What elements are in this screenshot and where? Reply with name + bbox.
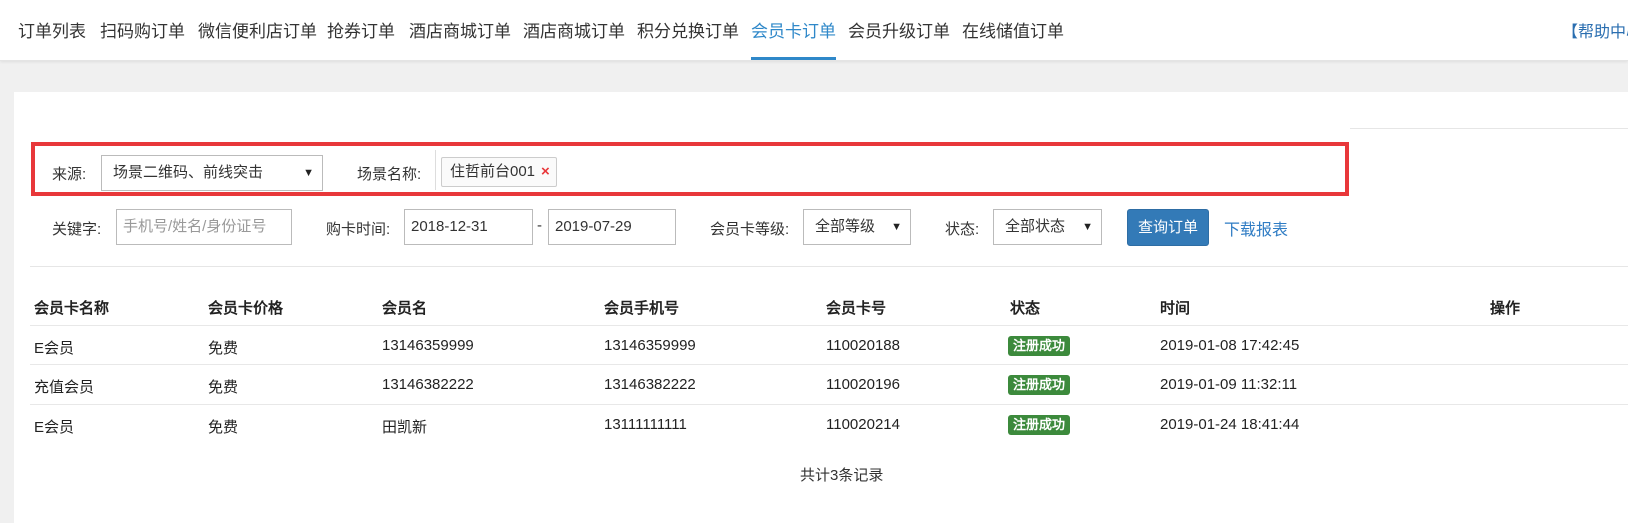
cell-time: 2019-01-24 18:41:44: [1160, 416, 1300, 433]
col-header-card-price: 会员卡价格: [208, 300, 284, 317]
col-header-member-phone: 会员手机号: [604, 300, 680, 317]
date-from-input[interactable]: 2018-12-31: [404, 209, 533, 245]
col-header-time: 时间: [1160, 300, 1191, 317]
query-orders-button[interactable]: 查询订单: [1127, 209, 1209, 246]
cell-member-name: 13146382222: [382, 376, 474, 393]
cell-price: 免费: [208, 419, 239, 436]
status-badge: 注册成功: [1008, 415, 1071, 435]
cell-card-name: E会员: [34, 340, 75, 357]
date-label: 购卡时间:: [326, 221, 391, 238]
scene-field-border: [435, 150, 436, 190]
col-header-status: 状态: [1010, 300, 1041, 317]
source-select[interactable]: 场景二维码、前线突击 ▼: [101, 155, 323, 191]
row-divider: [30, 364, 1628, 365]
status-badge: 注册成功: [1008, 375, 1071, 395]
col-header-actions: 操作: [1490, 300, 1521, 317]
main-panel: 来源: 场景二维码、前线突击 ▼ 场景名称: 住哲前台001 × 关键字: 手机号…: [14, 92, 1628, 523]
download-report-link[interactable]: 下载报表: [1224, 216, 1288, 240]
source-label: 来源:: [52, 166, 87, 183]
cell-card-number: 110020196: [826, 376, 900, 393]
top-nav: 订单列表 扫码购订单 微信便利店订单 抢券订单 酒店商城订单 酒店商城订单 积分…: [0, 0, 1628, 61]
tab-hotel-mall-orders[interactable]: 酒店商城订单: [409, 0, 511, 60]
date-separator: -: [537, 217, 542, 234]
col-header-card-number: 会员卡号: [826, 300, 887, 317]
cell-price: 免费: [208, 379, 239, 396]
cell-price: 免费: [208, 340, 239, 357]
scene-tag-label: 住哲前台001: [450, 163, 536, 180]
remove-tag-icon[interactable]: ×: [541, 163, 550, 180]
divider: [30, 266, 1628, 267]
cell-card-number: 110020188: [826, 337, 900, 354]
tab-member-upgrade-orders[interactable]: 会员升级订单: [848, 0, 950, 60]
chevron-down-icon: ▼: [303, 167, 314, 179]
tab-hotel-mall-orders-2[interactable]: 酒店商城订单: [523, 0, 625, 60]
chevron-down-icon: ▼: [891, 221, 902, 233]
tab-points-exchange-orders[interactable]: 积分兑换订单: [637, 0, 739, 60]
level-select[interactable]: 全部等级 ▼: [803, 209, 911, 245]
cell-member-name: 13146359999: [382, 337, 474, 354]
status-select[interactable]: 全部状态 ▼: [993, 209, 1102, 245]
cell-phone: 13146359999: [604, 337, 696, 354]
cell-card-number: 110020214: [826, 416, 900, 433]
help-center-link[interactable]: 【帮助中心: [1562, 0, 1628, 66]
cell-time: 2019-01-08 17:42:45: [1160, 337, 1300, 354]
status-badge: 注册成功: [1008, 336, 1071, 356]
scene-tag: 住哲前台001 ×: [441, 157, 557, 187]
cell-card-name: E会员: [34, 419, 75, 436]
row-divider: [30, 404, 1628, 405]
date-to-input[interactable]: 2019-07-29: [548, 209, 676, 245]
cell-phone: 13111111111: [604, 416, 687, 433]
scene-label: 场景名称:: [357, 166, 422, 183]
divider: [1350, 128, 1628, 129]
keyword-input[interactable]: 手机号/姓名/身份证号: [116, 209, 292, 245]
total-records: 共计3条记录: [800, 467, 884, 484]
status-select-value: 全部状态: [1005, 218, 1066, 235]
cell-member-name: 田凯新: [382, 419, 428, 436]
tab-wechat-store-orders[interactable]: 微信便利店订单: [198, 0, 317, 60]
cell-time: 2019-01-09 11:32:11: [1160, 376, 1298, 393]
tab-member-card-orders[interactable]: 会员卡订单: [751, 0, 836, 60]
chevron-down-icon: ▼: [1082, 221, 1093, 233]
col-header-member-name: 会员名: [382, 300, 428, 317]
cell-card-name: 充值会员: [34, 379, 95, 396]
keyword-label: 关键字:: [52, 221, 102, 238]
status-label: 状态:: [945, 221, 980, 238]
tab-order-list[interactable]: 订单列表: [18, 0, 86, 60]
col-header-card-name: 会员卡名称: [34, 300, 110, 317]
level-label: 会员卡等级:: [710, 221, 790, 238]
source-select-value: 场景二维码、前线突击: [113, 164, 264, 181]
row-divider: [30, 325, 1628, 326]
tab-online-deposit-orders[interactable]: 在线储值订单: [962, 0, 1064, 60]
tab-scan-buy-orders[interactable]: 扫码购订单: [100, 0, 185, 60]
level-select-value: 全部等级: [815, 218, 876, 235]
tab-coupon-orders[interactable]: 抢券订单: [327, 0, 395, 60]
cell-phone: 13146382222: [604, 376, 696, 393]
